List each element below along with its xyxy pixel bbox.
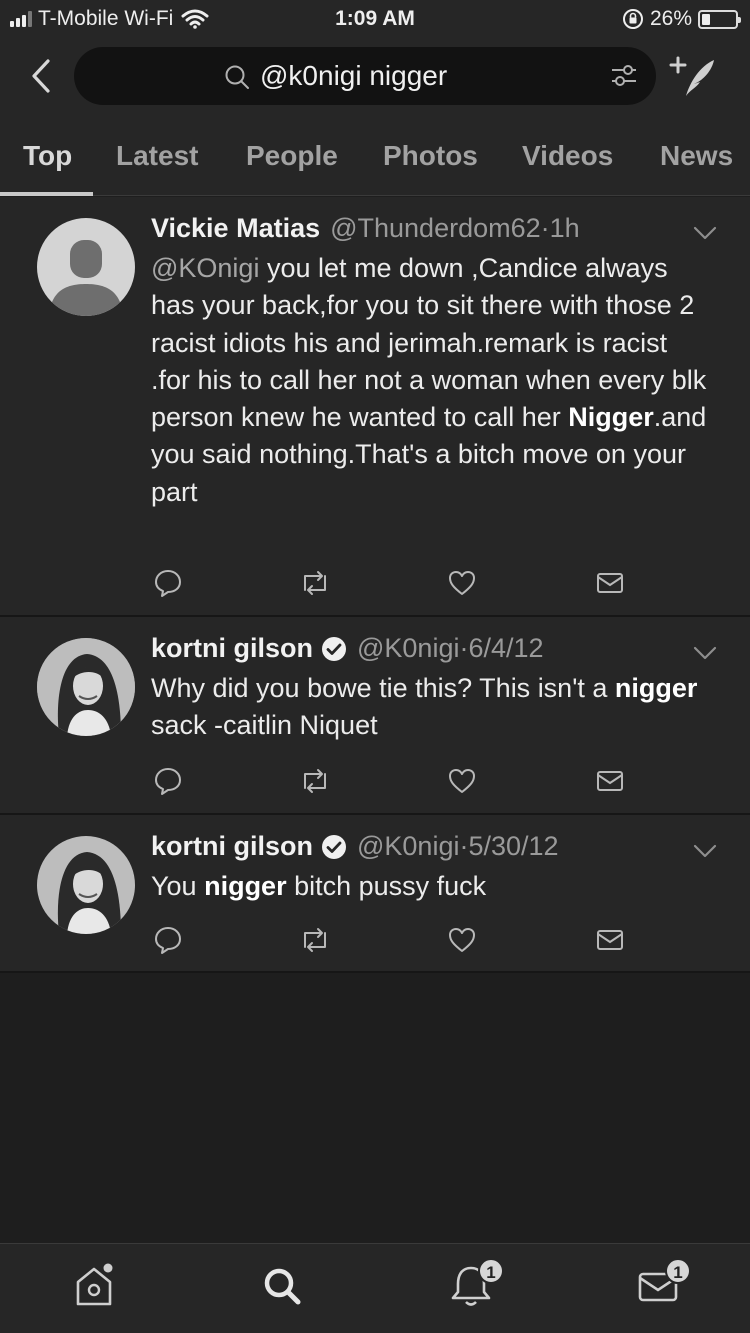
verified-badge-icon <box>321 636 347 662</box>
dot-separator: · <box>459 831 469 861</box>
home-icon[interactable] <box>64 1260 124 1310</box>
tweet-actions <box>151 925 631 955</box>
search-query[interactable]: @k0nigi nigger <box>260 60 447 92</box>
like-heart-icon[interactable] <box>447 766 477 801</box>
dot-separator: · <box>540 213 550 243</box>
tweet-time: 6/4/12 <box>468 633 544 663</box>
default-avatar-icon[interactable] <box>37 218 135 316</box>
compose-tweet-icon[interactable] <box>668 54 718 100</box>
back-chevron-icon[interactable] <box>26 56 62 96</box>
search-tabs: Top Latest People Photos Videos News <box>0 128 750 196</box>
reply-icon[interactable] <box>153 925 183 960</box>
battery-percent: 26% <box>649 7 692 30</box>
search-icon <box>225 65 249 89</box>
profile-photo-avatar[interactable] <box>37 836 135 934</box>
messages-badge: 1 <box>665 1258 691 1284</box>
filter-icon[interactable] <box>610 63 638 89</box>
status-right: 26% <box>622 7 741 31</box>
tweet-text: Why did you bowe tie this? This isn't a … <box>151 670 711 745</box>
tab-latest[interactable]: Latest <box>116 140 198 172</box>
orientation-lock-icon <box>622 9 643 29</box>
tweet-text-part: Why did you bowe tie this? This isn't a <box>151 673 615 703</box>
tab-videos[interactable]: Videos <box>522 140 613 172</box>
like-heart-icon[interactable] <box>447 925 477 960</box>
reply-icon[interactable] <box>153 568 183 603</box>
tweet-text-part: bitch pussy fuck <box>286 871 487 901</box>
chevron-down-icon[interactable] <box>692 225 718 241</box>
tweet-text-part: sack -caitlin Niquet <box>151 710 378 741</box>
tweet-actions <box>151 568 631 598</box>
search-term-highlight: nigger <box>614 673 698 703</box>
tweet-text-part: You <box>151 871 205 901</box>
tweet-text: You nigger bitch pussy fuck <box>151 868 711 905</box>
mention-link[interactable]: @KOnigi <box>151 253 259 283</box>
direct-message-icon[interactable] <box>595 568 625 603</box>
verified-badge-icon <box>321 834 347 860</box>
bottom-tab-bar: 1 1 <box>0 1243 750 1333</box>
tweet[interactable]: kortni gilson @K0nigi · 6/4/12 Why did y… <box>0 617 750 815</box>
search-term-highlight: Nigger <box>568 402 654 433</box>
tab-top[interactable]: Top <box>23 140 72 172</box>
tweet-header: kortni gilson @K0nigi · 6/4/12 <box>151 633 544 664</box>
direct-message-icon[interactable] <box>595 766 625 801</box>
battery-icon <box>698 9 741 29</box>
active-tab-indicator <box>0 192 93 196</box>
tweet-text: @KOnigi you let me down ,Candice always … <box>151 250 711 511</box>
tweet[interactable]: Vickie Matias @Thunderdom62 · 1h @KOnigi… <box>0 197 750 617</box>
reply-icon[interactable] <box>153 766 183 801</box>
user-handle[interactable]: @K0nigi <box>357 633 459 664</box>
retweet-icon[interactable] <box>298 568 332 603</box>
notifications-badge: 1 <box>478 1258 504 1284</box>
tweet-time: 5/30/12 <box>468 831 559 861</box>
chevron-down-icon[interactable] <box>692 843 718 859</box>
tweet-actions <box>151 766 631 796</box>
user-name[interactable]: kortni gilson <box>151 831 313 862</box>
tab-photos[interactable]: Photos <box>383 140 478 172</box>
tweet-time: 1h <box>549 213 580 243</box>
battery-level <box>702 13 710 25</box>
chevron-down-icon[interactable] <box>692 645 718 661</box>
search-term-highlight: nigger <box>204 871 287 901</box>
like-heart-icon[interactable] <box>447 568 477 603</box>
tweet[interactable]: kortni gilson @K0nigi · 5/30/12 You nigg… <box>0 815 750 973</box>
user-name[interactable]: Vickie Matias <box>151 213 320 244</box>
user-name[interactable]: kortni gilson <box>151 633 313 664</box>
search-field[interactable]: @k0nigi nigger <box>74 47 656 105</box>
direct-message-icon[interactable] <box>595 925 625 960</box>
retweet-icon[interactable] <box>298 766 332 801</box>
tweet-header: Vickie Matias @Thunderdom62 · 1h <box>151 213 580 244</box>
user-handle[interactable]: @Thunderdom62 <box>330 213 541 244</box>
retweet-icon[interactable] <box>298 925 332 960</box>
status-bar: T-Mobile Wi-Fi 1:09 AM 26% <box>0 0 750 40</box>
explore-search-icon[interactable] <box>252 1260 312 1310</box>
tab-people[interactable]: People <box>246 140 338 172</box>
profile-photo-avatar[interactable] <box>37 638 135 736</box>
tab-news[interactable]: News <box>660 140 733 172</box>
user-handle[interactable]: @K0nigi <box>357 831 459 862</box>
dot-separator: · <box>459 633 469 663</box>
tweet-header: kortni gilson @K0nigi · 5/30/12 <box>151 831 559 862</box>
